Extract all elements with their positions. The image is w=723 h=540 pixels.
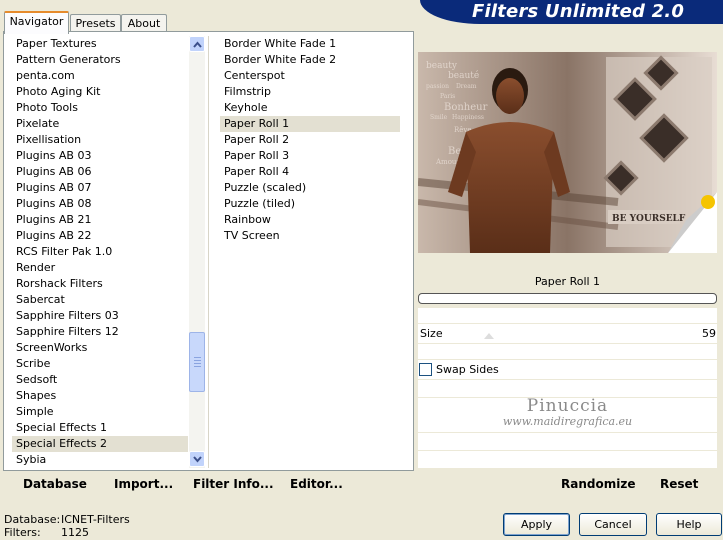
list-item[interactable]: Puzzle (scaled) [220,180,400,196]
help-button[interactable]: Help [656,513,722,536]
control-row-divider [418,359,717,360]
import-button[interactable]: Import... [114,477,173,491]
control-row-divider [418,343,717,344]
list-item[interactable]: Plugins AB 21 [12,212,188,228]
list-divider [208,36,209,468]
progress-bar [418,293,717,304]
editor-button[interactable]: Editor... [290,477,343,491]
current-filter-name: Paper Roll 1 [534,275,601,288]
preview-word: beauty [426,61,458,71]
list-item[interactable]: Pattern Generators [12,52,188,68]
preview-word: Dream [456,83,477,90]
preview-word: passion [426,83,449,90]
filters-count-label: Filters: [4,526,41,539]
list-item[interactable]: Photo Aging Kit [12,84,188,100]
control-row-divider [418,323,717,324]
size-label: Size [420,327,443,340]
list-item[interactable]: Simple [12,404,188,420]
list-item[interactable]: Render [12,260,188,276]
list-item[interactable]: ScreenWorks [12,340,188,356]
database-button[interactable]: Database [23,477,87,491]
list-item[interactable]: Scribe [12,356,188,372]
preview-word: Happiness [452,114,484,121]
list-item[interactable]: Pixelate [12,116,188,132]
tab-navigator[interactable]: Navigator [4,11,69,34]
category-scrollbar[interactable] [189,36,205,468]
list-item[interactable]: Pixellisation [12,132,188,148]
preview-word: Paris [440,93,455,100]
control-row-divider [418,450,717,451]
app-title: Filters Unlimited 2.0 [472,1,685,22]
watermark-url: www.maidiregrafica.eu [502,415,633,428]
list-item[interactable]: TV Screen [220,228,400,244]
list-item[interactable]: RCS Filter Pak 1.0 [12,244,188,260]
chevron-up-icon [193,41,202,48]
size-value: 59 [702,327,716,340]
list-item[interactable]: Plugins AB 03 [12,148,188,164]
swap-sides-label: Swap Sides [436,363,499,376]
list-item[interactable]: Centerspot [220,68,400,84]
watermark-name: Pinuccia [526,396,609,416]
list-item[interactable]: penta.com [12,68,188,84]
list-item[interactable]: Puzzle (tiled) [220,196,400,212]
filters-count-value: 1125 [61,526,89,539]
chevron-down-icon [193,456,202,463]
list-item[interactable]: Special Effects 2 [12,436,188,452]
preview-word: Smile [430,114,448,121]
randomize-button[interactable]: Randomize [561,477,635,491]
scroll-up-button[interactable] [189,36,205,52]
list-item[interactable]: Rorshack Filters [12,276,188,292]
list-item[interactable]: Paper Roll 2 [220,132,400,148]
category-list[interactable]: Paper Textures Pattern Generators penta.co… [12,36,188,468]
preview-word: Bonheur [444,102,488,113]
list-item[interactable]: Shapes [12,388,188,404]
list-item[interactable]: Sapphire Filters 03 [12,308,188,324]
database-status-value: ICNET-Filters [61,513,130,526]
list-item[interactable]: Paper Textures [12,36,188,52]
list-item[interactable]: Photo Tools [12,100,188,116]
preview-word: beauté [448,70,479,81]
list-item[interactable]: Sabercat [12,292,188,308]
list-item[interactable]: Sapphire Filters 12 [12,324,188,340]
cancel-button[interactable]: Cancel [579,513,647,536]
swap-sides-checkbox[interactable] [419,363,432,376]
list-item[interactable]: Border White Fade 2 [220,52,400,68]
list-item[interactable]: Keyhole [220,100,400,116]
list-item[interactable]: Sybia [12,452,188,468]
scroll-down-button[interactable] [189,451,205,467]
reset-button[interactable]: Reset [660,477,698,491]
size-slider[interactable] [480,325,716,339]
apply-button[interactable]: Apply [503,513,570,536]
list-item[interactable]: Plugins AB 07 [12,180,188,196]
filter-list[interactable]: Border White Fade 1 Border White Fade 2 Ce… [220,36,400,244]
list-item[interactable]: Paper Roll 3 [220,148,400,164]
list-item[interactable]: Border White Fade 1 [220,36,400,52]
slider-pointer-icon [484,333,494,339]
list-item[interactable]: Paper Roll 1 [220,116,400,132]
list-item[interactable]: Rainbow [220,212,400,228]
list-item[interactable]: Filmstrip [220,84,400,100]
database-status-label: Database: [4,513,61,526]
list-item[interactable]: Plugins AB 06 [12,164,188,180]
preview-badge: BE YOURSELF [612,214,686,224]
list-item[interactable]: Sedsoft [12,372,188,388]
list-item[interactable]: Paper Roll 4 [220,164,400,180]
preview-image: beauty beauté passion Dream Paris Bonheu… [417,52,717,253]
list-item[interactable]: Plugins AB 22 [12,228,188,244]
tab-about[interactable]: About [121,14,167,32]
control-row-divider [418,432,717,433]
list-item[interactable]: Special Effects 1 [12,420,188,436]
filter-info-button[interactable]: Filter Info... [193,477,274,491]
list-item[interactable]: Plugins AB 08 [12,196,188,212]
control-row-divider [418,379,717,380]
tab-presets[interactable]: Presets [70,14,121,32]
scroll-thumb[interactable] [189,332,205,392]
